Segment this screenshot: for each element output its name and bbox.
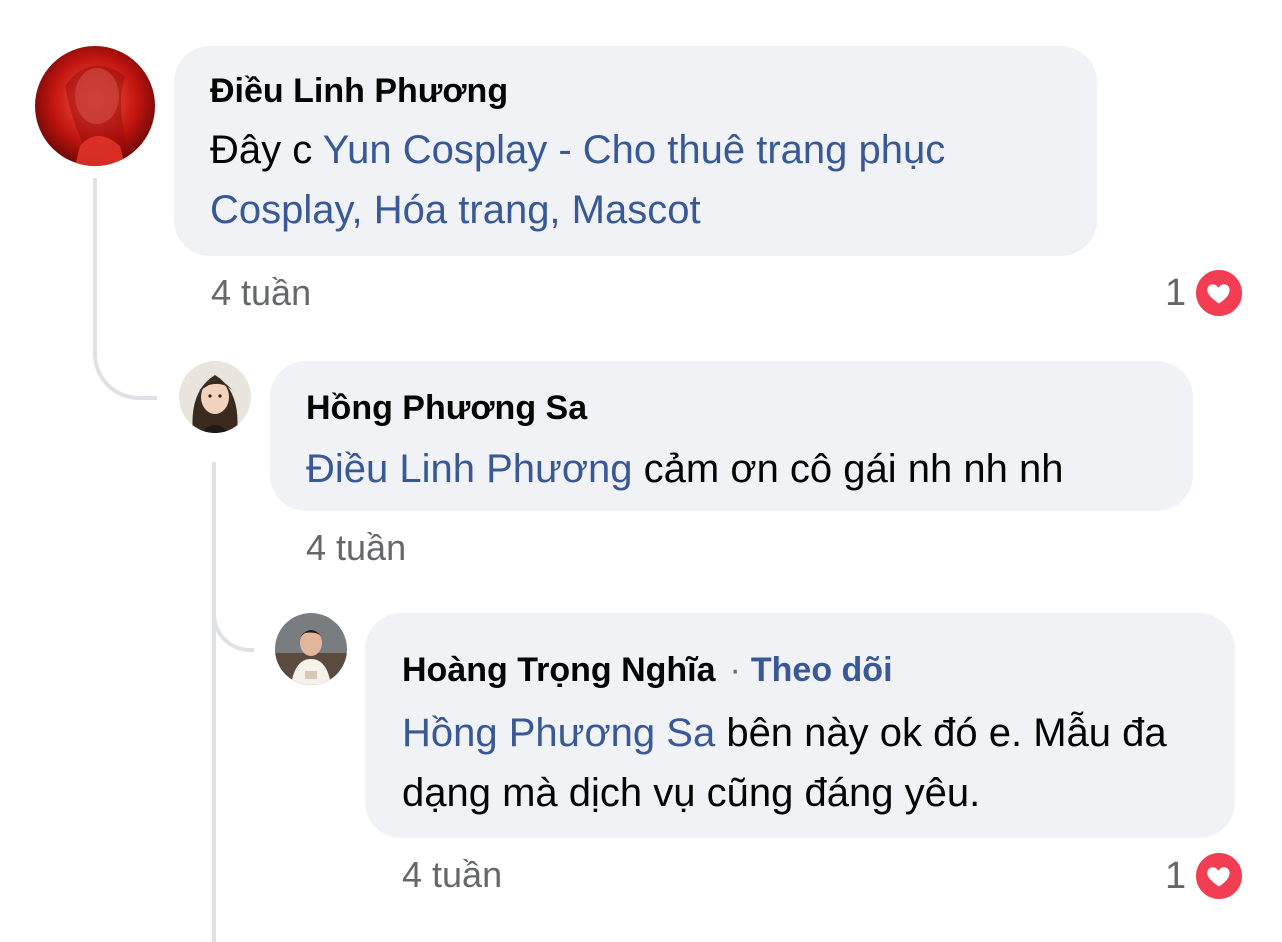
separator-dot: · [729, 651, 741, 689]
comment-text-prefix: Đây c [210, 128, 323, 172]
comment-thread: Điều Linh Phương Đây c Yun Cosplay - Cho… [0, 0, 1282, 942]
comment-text: Điều Linh Phương cảm ơn cô gái nh nh nh [306, 439, 1157, 499]
thread-connector-line [212, 462, 216, 942]
heart-icon [1194, 851, 1245, 901]
comment-author[interactable]: Hồng Phương Sa [306, 385, 1157, 431]
reaction-count: 1 [1165, 854, 1187, 897]
thread-connector-line [93, 178, 157, 400]
comment-bubble: Hoàng Trọng Nghĩa · Theo dõi Hồng Phương S… [365, 613, 1235, 838]
follow-button[interactable]: Theo dõi [751, 651, 893, 689]
reaction-summary[interactable]: 1 [1165, 268, 1245, 318]
thread-connector-line [212, 580, 254, 652]
comment-bubble: Điều Linh Phương Đây c Yun Cosplay - Cho… [174, 46, 1097, 256]
heart-icon [1194, 268, 1245, 318]
mention-link[interactable]: Điều Linh Phương [306, 447, 633, 491]
comment-author[interactable]: Hoàng Trọng Nghĩa [402, 651, 716, 689]
comment-text: Hồng Phương Sa bên này ok đó e. Mẫu đa d… [402, 703, 1199, 823]
comment-text: Đây c Yun Cosplay - Cho thuê trang phục … [210, 120, 1061, 240]
avatar[interactable] [275, 613, 347, 685]
comment-author-row: Hoàng Trọng Nghĩa · Theo dõi [402, 647, 1199, 693]
avatar[interactable] [35, 46, 155, 166]
comment-text-suffix: cảm ơn cô gái nh nh nh [632, 447, 1064, 491]
reaction-count: 1 [1165, 271, 1187, 314]
reaction-summary[interactable]: 1 [1165, 851, 1245, 901]
comment-time[interactable]: 4 tuần [402, 855, 502, 895]
avatar[interactable] [179, 361, 251, 433]
comment-author[interactable]: Điều Linh Phương [210, 68, 1061, 114]
mention-link[interactable]: Hồng Phương Sa [402, 711, 715, 755]
comment-time[interactable]: 4 tuần [306, 528, 406, 568]
comment-time[interactable]: 4 tuần [211, 273, 311, 313]
comment-bubble: Hồng Phương Sa Điều Linh Phương cảm ơn c… [270, 361, 1193, 511]
